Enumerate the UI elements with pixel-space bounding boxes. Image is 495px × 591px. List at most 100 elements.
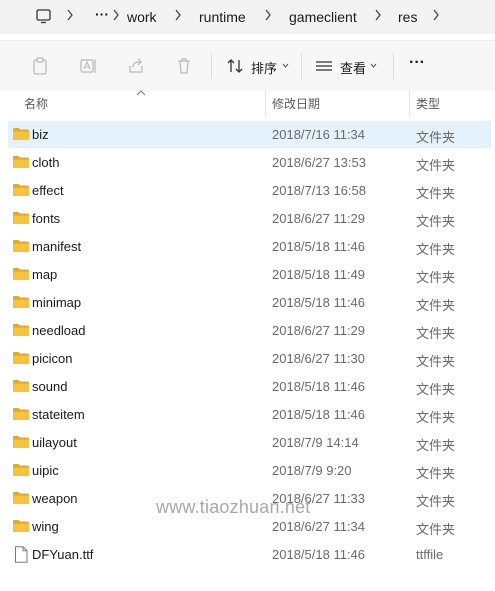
command-bar: 排序 查看 ··· bbox=[0, 40, 495, 91]
view-list-icon[interactable] bbox=[315, 57, 333, 75]
file-row[interactable]: uilayout 2018/7/9 14:14 文件夹 bbox=[8, 429, 491, 456]
paste-icon[interactable] bbox=[31, 57, 49, 75]
file-row[interactable]: picicon 2018/6/27 11:30 文件夹 bbox=[8, 345, 491, 372]
file-type: 文件夹 bbox=[416, 382, 456, 397]
toolbar-divider bbox=[211, 53, 212, 79]
file-name: stateitem bbox=[32, 407, 85, 422]
folder-icon bbox=[13, 352, 29, 364]
sort-icon[interactable] bbox=[226, 57, 244, 75]
file-row[interactable]: manifest 2018/5/18 11:46 文件夹 bbox=[8, 233, 491, 260]
file-type: 文件夹 bbox=[416, 242, 456, 257]
folder-icon bbox=[13, 464, 29, 476]
file-row[interactable]: DFYuan.ttf 2018/5/18 11:46 ttffile bbox=[8, 541, 491, 568]
file-modified-date: 2018/6/27 11:29 bbox=[272, 211, 366, 226]
file-type: 文件夹 bbox=[416, 298, 456, 313]
folder-icon bbox=[13, 380, 29, 392]
file-name: map bbox=[32, 267, 58, 282]
chevron-down-icon[interactable] bbox=[370, 63, 377, 68]
file-row[interactable]: fonts 2018/6/27 11:29 文件夹 bbox=[8, 205, 491, 232]
file-modified-date: 2018/5/18 11:49 bbox=[272, 267, 366, 282]
toolbar-divider bbox=[393, 53, 394, 79]
folder-icon bbox=[13, 156, 29, 168]
column-modified[interactable]: 修改日期 bbox=[272, 95, 320, 112]
file-row[interactable]: needload 2018/6/27 11:29 文件夹 bbox=[8, 317, 491, 344]
this-pc-icon[interactable] bbox=[36, 9, 51, 24]
breadcrumb-gameclient[interactable]: gameclient bbox=[289, 8, 357, 26]
file-modified-date: 2018/5/18 11:46 bbox=[272, 547, 366, 562]
file-name: minimap bbox=[32, 295, 82, 310]
file-name: manifest bbox=[32, 239, 82, 254]
folder-icon bbox=[13, 268, 29, 280]
file-icon bbox=[15, 546, 28, 563]
view-button-label[interactable]: 查看 bbox=[340, 58, 366, 77]
file-type: 文件夹 bbox=[416, 130, 456, 145]
file-type: 文件夹 bbox=[416, 466, 456, 481]
file-name: uilayout bbox=[32, 435, 77, 450]
file-row[interactable]: cloth 2018/6/27 13:53 文件夹 bbox=[8, 149, 491, 176]
file-row[interactable]: minimap 2018/5/18 11:46 文件夹 bbox=[8, 289, 491, 316]
file-modified-date: 2018/6/27 11:34 bbox=[272, 519, 366, 534]
file-modified-date: 2018/7/9 9:20 bbox=[272, 463, 352, 478]
delete-icon[interactable] bbox=[175, 57, 193, 75]
file-modified-date: 2018/5/18 11:46 bbox=[272, 295, 366, 310]
file-row[interactable]: biz 2018/7/16 11:34 文件夹 bbox=[8, 121, 491, 148]
file-name: sound bbox=[32, 379, 68, 394]
file-type: 文件夹 bbox=[416, 522, 456, 537]
file-type: 文件夹 bbox=[416, 186, 456, 201]
file-name: picicon bbox=[32, 351, 73, 366]
column-divider[interactable] bbox=[409, 90, 410, 116]
chevron-down-icon[interactable] bbox=[282, 63, 289, 68]
file-name: effect bbox=[32, 183, 64, 198]
column-name[interactable]: 名称 bbox=[24, 95, 48, 112]
more-options-button[interactable]: ··· bbox=[409, 54, 425, 72]
address-bar[interactable]: ··· work runtime gameclient res bbox=[0, 0, 495, 34]
file-type: 文件夹 bbox=[416, 326, 456, 341]
toolbar-divider bbox=[301, 53, 302, 79]
file-row[interactable]: uipic 2018/7/9 9:20 文件夹 bbox=[8, 457, 491, 484]
folder-icon bbox=[13, 240, 29, 252]
breadcrumb-res[interactable]: res bbox=[398, 8, 417, 26]
file-type: 文件夹 bbox=[416, 354, 456, 369]
file-modified-date: 2018/7/9 14:14 bbox=[272, 435, 359, 450]
folder-icon bbox=[13, 128, 29, 140]
file-type: 文件夹 bbox=[416, 410, 456, 425]
file-name: cloth bbox=[32, 155, 60, 170]
file-row[interactable]: effect 2018/7/13 16:58 文件夹 bbox=[8, 177, 491, 204]
folder-icon bbox=[13, 520, 29, 532]
rename-icon[interactable] bbox=[79, 57, 97, 75]
sort-ascending-icon bbox=[136, 90, 146, 96]
folder-icon bbox=[13, 436, 29, 448]
file-type: 文件夹 bbox=[416, 214, 456, 229]
file-row[interactable]: sound 2018/5/18 11:46 文件夹 bbox=[8, 373, 491, 400]
folder-icon bbox=[13, 324, 29, 336]
folder-icon bbox=[13, 184, 29, 196]
file-name: fonts bbox=[32, 211, 61, 226]
file-type: 文件夹 bbox=[416, 158, 456, 173]
file-modified-date: 2018/7/16 11:34 bbox=[272, 127, 366, 142]
file-modified-date: 2018/7/13 16:58 bbox=[272, 183, 366, 198]
file-name: biz bbox=[32, 127, 49, 142]
file-modified-date: 2018/6/27 13:53 bbox=[272, 155, 366, 170]
breadcrumb-overflow[interactable]: ··· bbox=[95, 5, 109, 23]
chevron-right-icon[interactable] bbox=[432, 9, 440, 21]
column-divider[interactable] bbox=[265, 90, 266, 116]
chevron-right-icon bbox=[67, 9, 73, 21]
file-modified-date: 2018/5/18 11:46 bbox=[272, 379, 366, 394]
file-name: needload bbox=[32, 323, 86, 338]
sort-button-label[interactable]: 排序 bbox=[251, 58, 277, 77]
watermark: www.tiaozhuan.net bbox=[156, 497, 311, 517]
folder-icon bbox=[13, 492, 29, 504]
column-type[interactable]: 类型 bbox=[416, 95, 440, 112]
breadcrumb-runtime[interactable]: runtime bbox=[199, 8, 246, 26]
column-header: 名称 修改日期 类型 bbox=[0, 90, 495, 118]
chevron-right-icon bbox=[175, 9, 181, 21]
file-row[interactable]: map 2018/5/18 11:49 文件夹 bbox=[8, 261, 491, 288]
chevron-right-icon bbox=[265, 9, 271, 21]
file-row[interactable]: stateitem 2018/5/18 11:46 文件夹 bbox=[8, 401, 491, 428]
share-icon[interactable] bbox=[127, 57, 145, 75]
file-name: weapon bbox=[32, 491, 78, 506]
chevron-right-icon bbox=[375, 9, 381, 21]
breadcrumb-work[interactable]: work bbox=[127, 8, 157, 26]
file-type: 文件夹 bbox=[416, 494, 456, 509]
file-type: 文件夹 bbox=[416, 270, 456, 285]
